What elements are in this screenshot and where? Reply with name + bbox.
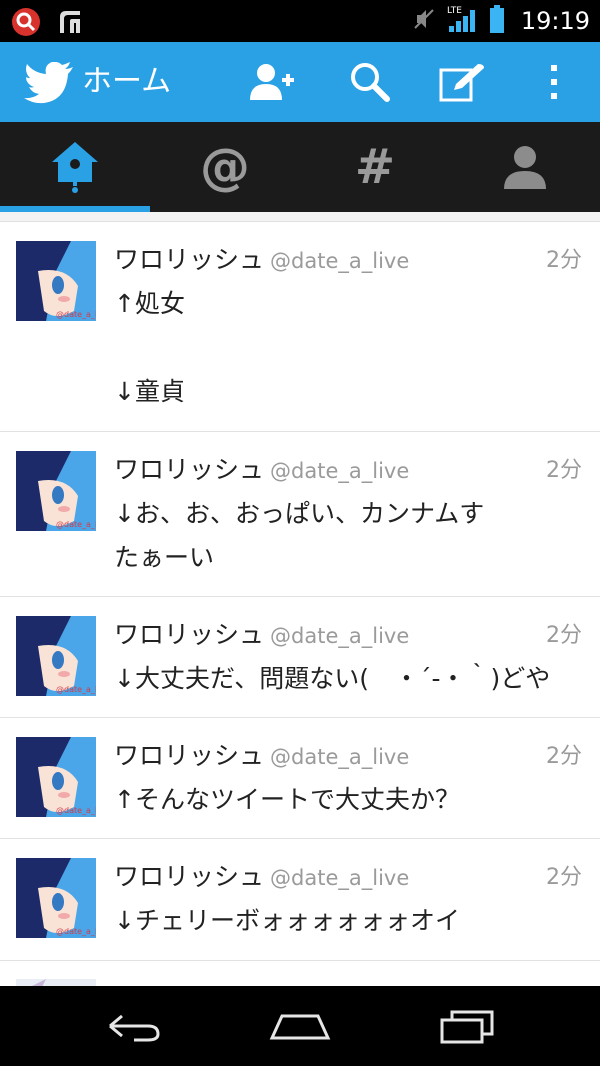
svg-text:@date_a_live: @date_a_live [56,927,96,936]
tweet-author-handle: @date_a_live [270,866,410,890]
add-user-icon [250,64,294,100]
tweet-author-handle: @date_a_live [270,624,410,648]
home-nav-icon [269,1014,331,1040]
back-arrow-icon [109,1014,160,1042]
tweet-header: ワロリッシュ @date_a_live 2分 [114,450,586,486]
app-notification-icon [56,7,86,41]
profile-icon [504,146,546,189]
avatar[interactable]: @date_a_live [16,737,96,817]
tweet-author-name[interactable]: ワロリッシュ [114,455,264,484]
clock: 19:19 [520,7,590,35]
add-user-button[interactable] [248,58,296,106]
tweet-text: ↓チェリーボォォォォォォオイ [114,906,460,935]
tweet-header: ワロリッシュ @date_a_live 2分 [114,857,586,893]
svg-text:@date_a_live: @date_a_live [56,685,96,694]
tweet-timestamp: 2分 [546,458,582,483]
system-navigation-bar [0,986,600,1066]
tab-me[interactable] [450,122,600,212]
vibrate-mute-icon [411,6,437,36]
recent-apps-icon [440,1010,494,1044]
tweet-timestamp: 2分 [546,248,582,273]
tab-mentions-label: @ [200,138,250,196]
tab-discover-label: # [354,139,396,195]
tweet-author-name[interactable]: ワロリッシュ [114,741,264,770]
recent-apps-button[interactable] [418,996,518,1056]
tweet-row[interactable]: @date_a_live ワロリッシュ@date_a_live 2分 ↓チェリー… [0,839,600,961]
tweet-author-handle: @date_a_live [270,745,410,769]
tweet-timestamp: 2分 [546,865,582,890]
tweet-author-handle: @date_a_live [270,249,410,273]
search-notification-icon [10,6,42,42]
compose-icon [439,64,484,102]
home-icon [52,142,98,193]
status-bar: LTE 19:19 [0,0,600,42]
avatar[interactable]: @date_a_live [16,241,96,321]
tweet-author-name[interactable]: ワロリッシュ [114,862,264,891]
svg-text:@date_a_live: @date_a_live [56,310,96,319]
home-button[interactable] [250,996,350,1056]
avatar[interactable]: @date_a_live [16,616,96,696]
compose-button[interactable] [438,58,486,106]
tweet-text: ↑そんなツイートで大丈夫か？ [114,785,460,814]
tweet-author-name[interactable]: ワロリッシュ [114,620,264,649]
tweet-author-name[interactable]: ワロリッシュ [114,245,264,274]
tab-home[interactable] [0,122,150,212]
tweet-text: ↓大丈夫だ、問題ない( ・´-・｀)どや [114,664,551,693]
signal-icon: LTE [447,4,479,38]
battery-icon [489,4,505,38]
tweet-row[interactable]: @date_a_live ワロリッシュ@date_a_live 2分 ↑そんなツ… [0,718,600,839]
overflow-menu-button[interactable] [530,58,578,106]
tweet-row[interactable]: @date_a_live ワロリッシュ@date_a_live 2分 ↓大丈夫だ… [0,597,600,718]
timeline-top-divider [0,212,600,222]
svg-text:@date_a_live: @date_a_live [56,520,96,529]
avatar[interactable]: @date_a_live [16,451,96,531]
search-button[interactable] [346,58,394,106]
timeline[interactable]: @date_a_live ワロリッシュ@date_a_live 2分 ↑処女 ↓… [0,222,600,986]
back-button[interactable] [84,996,184,1056]
search-icon [351,63,390,102]
action-bar: ホーム [0,42,600,122]
tab-discover[interactable]: # [300,122,450,212]
overflow-menu-icon [551,65,557,99]
tweet-text: ↑処女 ↓童貞 [114,289,185,406]
tweet-timestamp: 2分 [546,623,582,648]
tab-mentions[interactable]: @ [150,122,300,212]
tweet-author-handle: @date_a_live [270,459,410,483]
svg-text:@date_a_live: @date_a_live [56,806,96,815]
tweet-header: ワロリッシュ @date_a_live 2分 [114,240,586,276]
tab-bar: @ # [0,122,600,212]
tweet-text: ↓お、お、おっぱい、カンナムす たぁーい [114,499,485,572]
svg-text:LTE: LTE [447,6,462,16]
tweet-header: ワロリッシュ @date_a_live 2分 [114,736,586,772]
tweet-row[interactable]: @date_a_live ワロリッシュ@date_a_live 2分 ↑処女 ↓… [0,222,600,432]
page-title: ホーム [82,64,172,99]
twitter-bird-icon[interactable] [24,61,74,108]
tweet-header: ワロリッシュ @date_a_live 2分 [114,615,586,651]
tweet-timestamp: 2分 [546,744,582,769]
avatar[interactable]: @date_a_live [16,858,96,938]
tweet-row-partial[interactable] [0,961,600,986]
avatar[interactable] [16,979,96,986]
tweet-row[interactable]: @date_a_live ワロリッシュ@date_a_live 2分 ↓お、お、… [0,432,600,597]
